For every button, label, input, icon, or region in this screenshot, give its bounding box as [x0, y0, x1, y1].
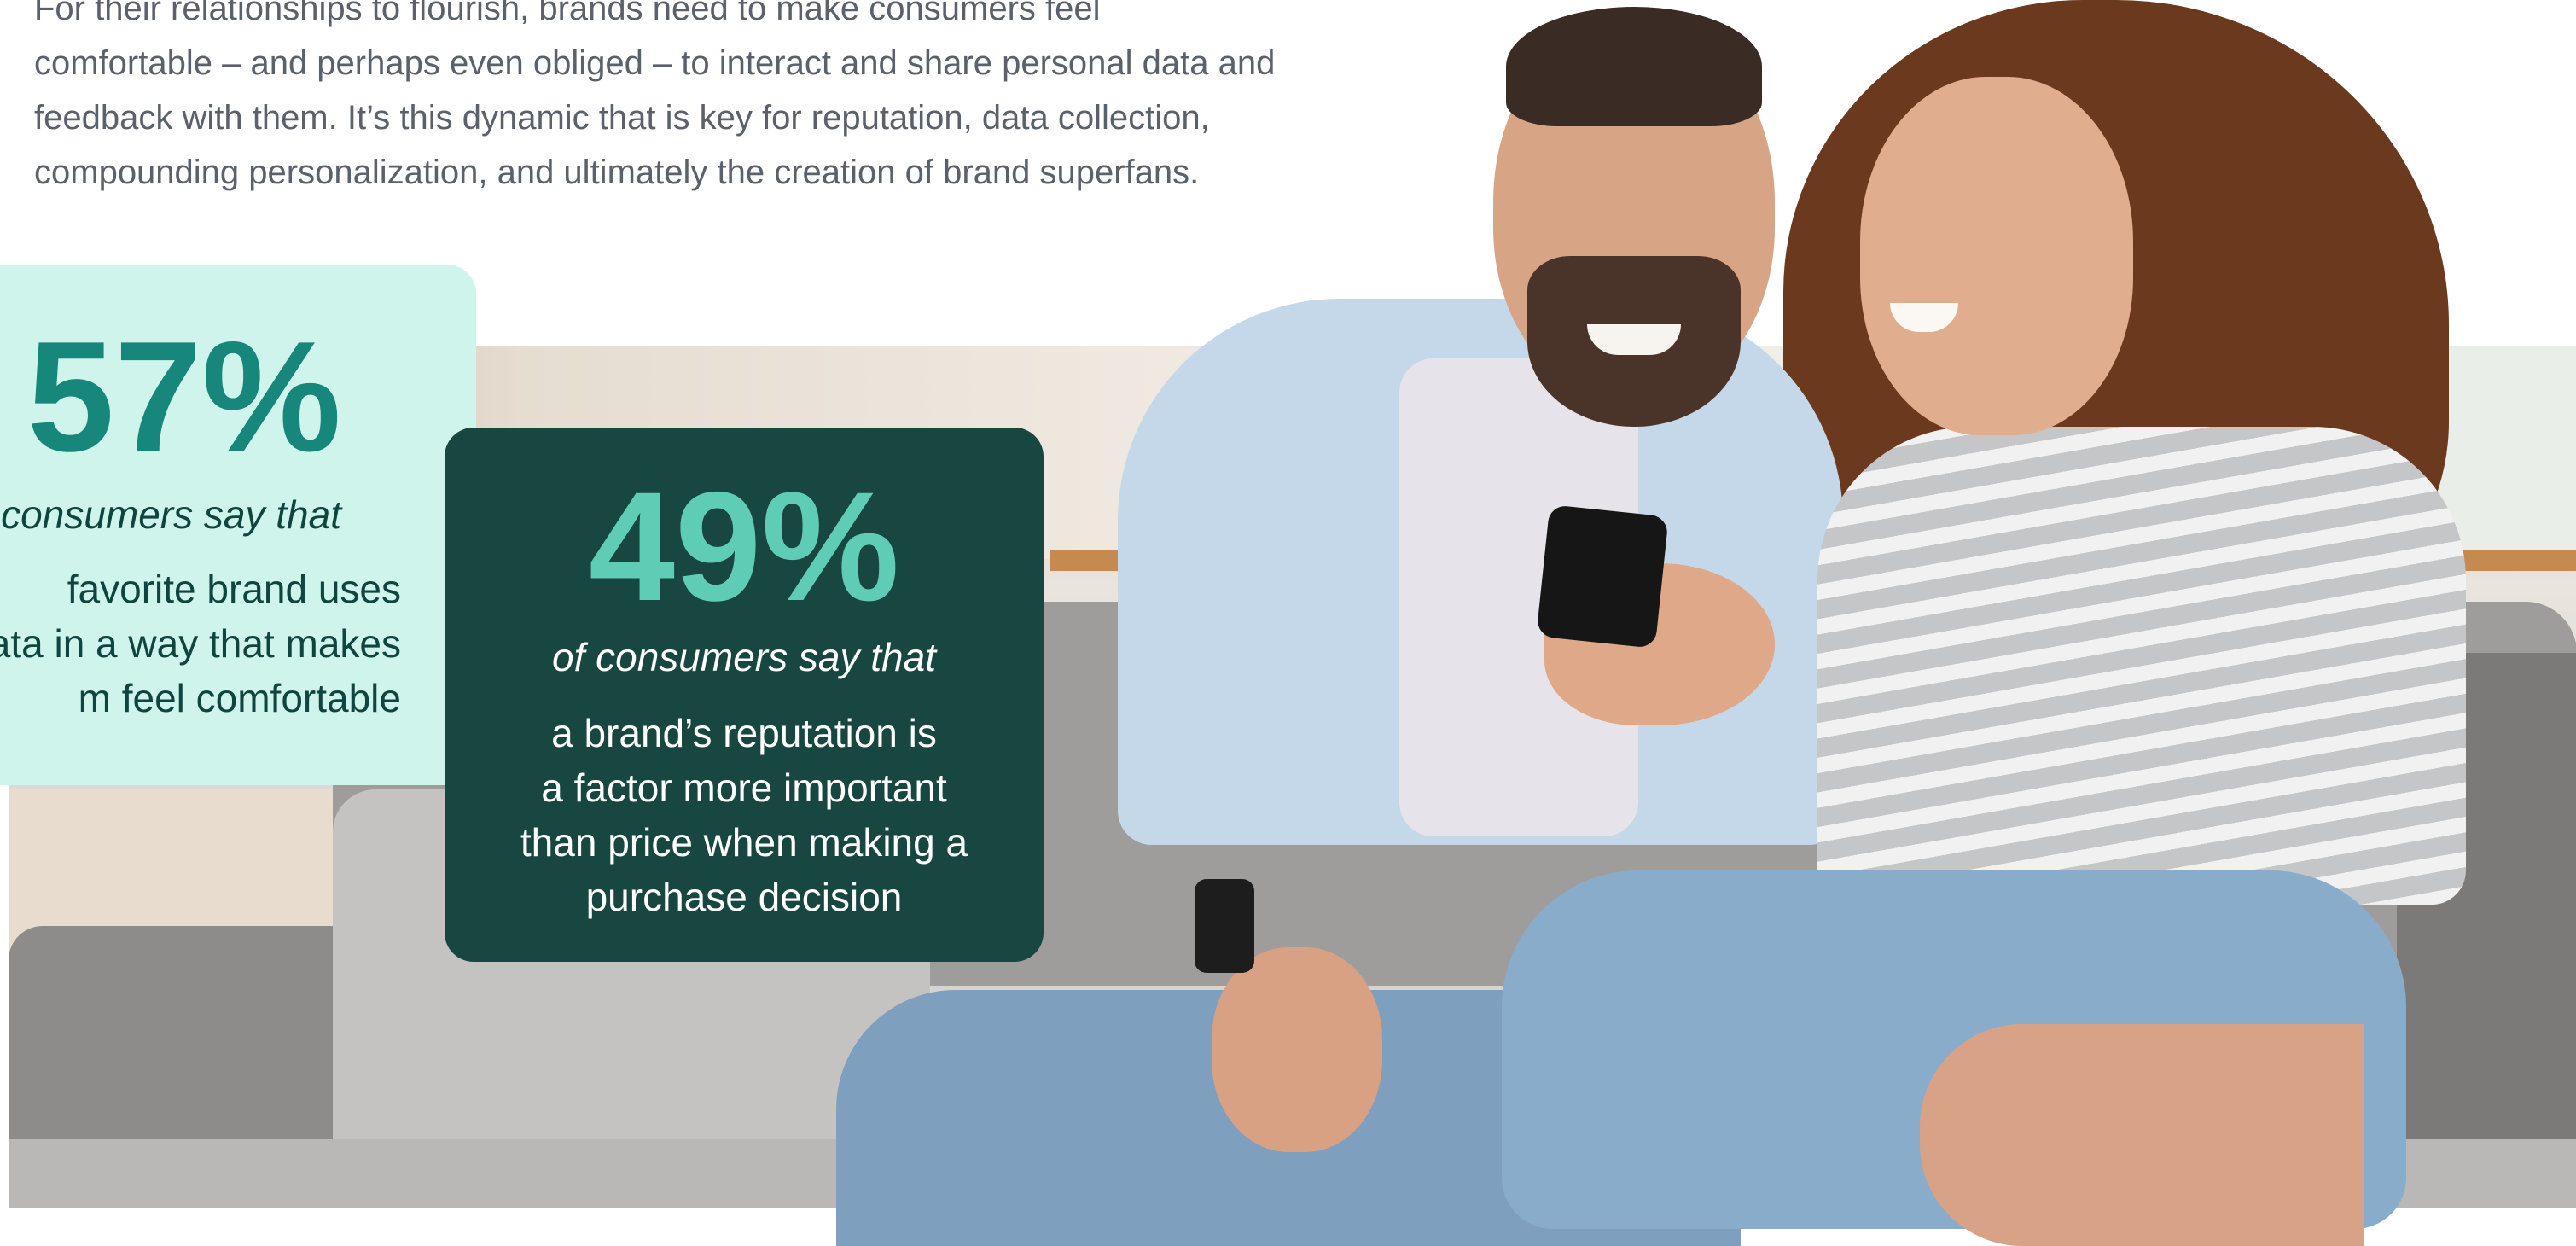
woman-striped-top — [1817, 427, 2466, 905]
stat-line: m feel comfortable — [78, 676, 401, 720]
intro-line: For their relationships to flourish, bra… — [34, 0, 1101, 27]
man-hair — [1506, 7, 1762, 126]
stat-description: favorite brand uses ata in a way that ma… — [0, 562, 401, 725]
stat-line: purchase decision — [585, 875, 903, 919]
stat-description: a brand’s reputation is a factor more im… — [496, 706, 992, 924]
intro-line: feedback with them. It’s this dynamic th… — [34, 99, 1210, 137]
smartphone-icon — [1536, 504, 1669, 649]
intro-paragraph: For their relationships to flourish, bra… — [34, 0, 1399, 200]
stat-card-57: 57% consumers say that favorite brand us… — [0, 265, 476, 785]
intro-line: compounding personalization, and ultimat… — [34, 154, 1200, 191]
smartwatch-icon — [1195, 879, 1254, 973]
stat-lead: of consumers say that — [552, 635, 936, 679]
stat-line: than price when making a — [520, 820, 968, 865]
intro-line: comfortable – and perhaps even obliged –… — [34, 44, 1276, 82]
stat-line: ata in a way that makes — [0, 621, 401, 666]
stat-percent: 57% — [26, 308, 341, 484]
stat-line: favorite brand uses — [67, 567, 401, 611]
woman-face — [1860, 77, 2133, 435]
stat-line: a brand’s reputation is — [551, 711, 937, 755]
stat-card-49: 49% of consumers say that a brand’s repu… — [445, 428, 1044, 962]
stat-lead: consumers say that — [1, 492, 341, 537]
woman-leg — [1920, 1024, 2364, 1246]
stat-line: a factor more important — [541, 766, 947, 810]
man-hand — [1212, 947, 1382, 1152]
stat-percent: 49% — [588, 459, 900, 633]
